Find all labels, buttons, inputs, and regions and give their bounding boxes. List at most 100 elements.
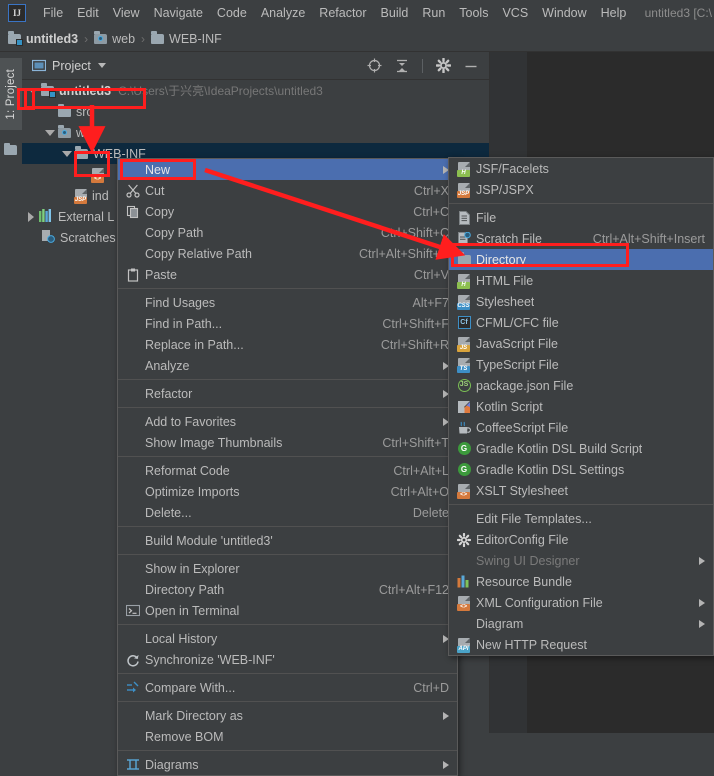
tree-row-web[interactable]: web [22,122,489,143]
menu-item-diagram[interactable]: Diagram [449,613,713,634]
menu-item-new[interactable]: New [118,159,457,180]
folder-icon [75,146,88,159]
menu-item-mark-directory-as[interactable]: Mark Directory as [118,705,457,726]
menu-item-gradle-kotlin-dsl-settings[interactable]: G Gradle Kotlin DSL Settings [449,459,713,480]
menu-icon-spacer [455,553,473,569]
menu-item-delete[interactable]: Delete... Delete [118,502,457,523]
project-panel-title: Project [52,58,91,73]
menu-item-label: JSP/JSPX [476,182,534,197]
menu-item-label: Remove BOM [145,729,224,744]
breadcrumb-separator: › [141,31,146,46]
menu-item-file[interactable]: File [449,207,713,228]
menu-item-label: XSLT Stylesheet [476,483,568,498]
menu-item-javascript-file[interactable]: JS JavaScript File [449,333,713,354]
chevron-down-icon[interactable] [28,87,38,94]
menu-build[interactable]: Build [374,3,416,23]
menu-bar-items: File Edit View Navigate Code Analyze Refactor B… [36,3,633,23]
menu-item-directory[interactable]: Directory [449,249,713,270]
menu-item-show-in-explorer[interactable]: Show in Explorer [118,558,457,579]
menu-item-directory-path[interactable]: Directory Path Ctrl+Alt+F12 [118,579,457,600]
module-folder-icon [8,31,23,46]
project-panel-title-box[interactable]: Project [32,59,106,73]
menu-window[interactable]: Window [535,3,593,23]
scratches-icon [41,229,55,246]
breadcrumb-item-web[interactable]: web [94,31,135,46]
menu-item-scratch-file[interactable]: Scratch File Ctrl+Alt+Shift+Insert [449,228,713,249]
menu-tools[interactable]: Tools [452,3,495,23]
tree-row-path: C:\Users\于兴亮\IdeaProjects\untitled3 [118,84,323,98]
menu-item-find-in-path[interactable]: Find in Path... Ctrl+Shift+F [118,313,457,334]
window-title: untitled3 [C:\ [644,6,712,20]
menu-analyze[interactable]: Analyze [254,3,312,23]
menu-item-show-image-thumbnails[interactable]: Show Image Thumbnails Ctrl+Shift+T [118,432,457,453]
menu-item-copy-relative-path[interactable]: Copy Relative Path Ctrl+Alt+Shift+C [118,243,457,264]
structure-folder-icon[interactable] [4,142,17,158]
menu-item-editorconfig-file[interactable]: EditorConfig File [449,529,713,550]
menu-file[interactable]: File [36,3,70,23]
menu-item-package-json-file[interactable]: JS package.json File [449,375,713,396]
menu-run[interactable]: Run [415,3,452,23]
menu-item-cut[interactable]: Cut Ctrl+X [118,180,457,201]
menu-help[interactable]: Help [594,3,634,23]
menu-item-jsp-jspx[interactable]: JSP JSP/JSPX [449,179,713,200]
menu-item-xml-configuration-file[interactable]: <> XML Configuration File [449,592,713,613]
menu-separator [118,288,457,289]
menu-item-cfml-cfc-file[interactable]: Cf CFML/CFC file [449,312,713,333]
menu-vcs[interactable]: VCS [495,3,535,23]
menu-item-resource-bundle[interactable]: Resource Bundle [449,571,713,592]
menu-item-shortcut: Delete [412,505,449,520]
menu-item-edit-file-templates[interactable]: Edit File Templates... [449,508,713,529]
sidebar-item-project[interactable]: 1: Project [0,58,22,130]
menu-icon-spacer [124,463,142,479]
menu-item-gradle-kotlin-dsl-build-script[interactable]: G Gradle Kotlin DSL Build Script [449,438,713,459]
menu-item-label: New HTTP Request [476,637,587,652]
menu-item-find-usages[interactable]: Find Usages Alt+F7 [118,292,457,313]
hide-window-icon[interactable] [464,59,478,73]
menu-item-label: Paste [145,267,177,282]
menu-item-synchronize-web-inf[interactable]: Synchronize 'WEB-INF' [118,649,457,670]
menu-refactor[interactable]: Refactor [312,3,373,23]
menu-item-jsf-facelets[interactable]: H JSF/Facelets [449,158,713,179]
menu-item-local-history[interactable]: Local History [118,628,457,649]
menu-item-add-to-favorites[interactable]: Add to Favorites [118,411,457,432]
menu-item-label: Show Image Thumbnails [145,435,283,450]
menu-view[interactable]: View [106,3,147,23]
menu-item-analyze[interactable]: Analyze [118,355,457,376]
menu-item-build-module-untitled3[interactable]: Build Module 'untitled3' [118,530,457,551]
breadcrumb-item-web-inf[interactable]: WEB-INF [151,31,222,46]
menu-item-remove-bom[interactable]: Remove BOM [118,726,457,747]
breadcrumb-item-untitled3[interactable]: untitled3 [8,31,78,46]
menu-item-typescript-file[interactable]: TS TypeScript File [449,354,713,375]
menu-item-refactor[interactable]: Refactor [118,383,457,404]
menu-item-xslt-stylesheet[interactable]: <> XSLT Stylesheet [449,480,713,501]
collapse-all-icon[interactable] [395,59,409,73]
menu-item-optimize-imports[interactable]: Optimize Imports Ctrl+Alt+O [118,481,457,502]
menu-separator [118,673,457,674]
menu-item-coffeescript-file[interactable]: CoffeeScript File [449,417,713,438]
menu-item-compare-with[interactable]: Compare With... Ctrl+D [118,677,457,698]
menu-code[interactable]: Code [210,3,254,23]
menu-item-diagrams[interactable]: Diagrams [118,754,457,775]
menu-item-paste[interactable]: Paste Ctrl+V [118,264,457,285]
locate-icon[interactable] [367,58,382,73]
chevron-down-icon[interactable] [45,129,55,136]
tree-row-untitled3[interactable]: untitled3 C:\Users\于兴亮\IdeaProjects\untit… [22,80,489,101]
menu-item-replace-in-path[interactable]: Replace in Path... Ctrl+Shift+R [118,334,457,355]
menu-navigate[interactable]: Navigate [147,3,210,23]
menu-separator [118,456,457,457]
menu-item-copy[interactable]: Copy Ctrl+C [118,201,457,222]
menu-item-html-file[interactable]: H HTML File [449,270,713,291]
menu-item-reformat-code[interactable]: Reformat Code Ctrl+Alt+L [118,460,457,481]
menu-item-kotlin-script[interactable]: Kotlin Script [449,396,713,417]
menu-item-copy-path[interactable]: Copy Path Ctrl+Shift+C [118,222,457,243]
tree-row-src[interactable]: src [22,101,489,122]
menu-item-open-in-terminal[interactable]: Open in Terminal [118,600,457,621]
chevron-right-icon[interactable] [28,211,34,222]
menu-edit[interactable]: Edit [70,3,106,23]
gear-icon[interactable] [436,58,451,73]
chevron-down-icon[interactable] [97,63,106,68]
menu-item-new-http-request[interactable]: API New HTTP Request [449,634,713,655]
menu-item-stylesheet[interactable]: CSS Stylesheet [449,291,713,312]
new-submenu: H JSF/Facelets JSP JSP/JSPX File Scratch File… [448,157,714,656]
chevron-down-icon[interactable] [62,150,72,157]
